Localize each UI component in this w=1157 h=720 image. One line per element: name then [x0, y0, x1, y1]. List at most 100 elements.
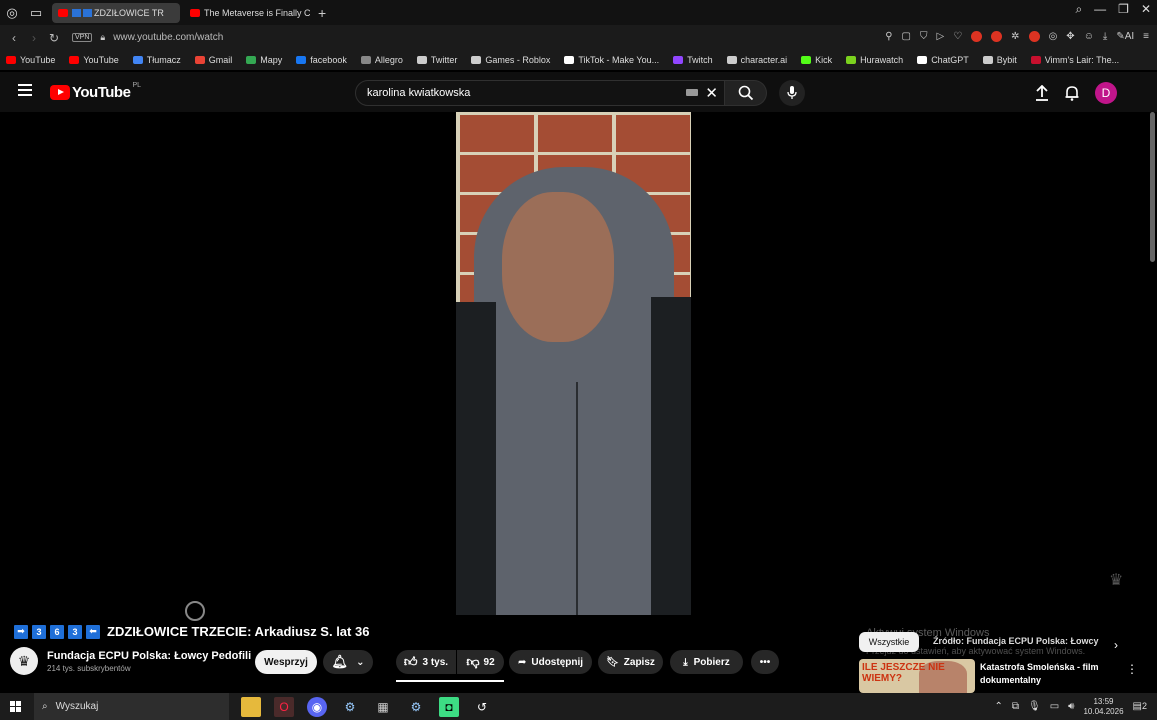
- share-button[interactable]: ➦ Udostępnij: [509, 650, 592, 674]
- chip-source[interactable]: Źródło: Fundacja ECPU Polska: Łowcy: [933, 636, 1099, 646]
- bookmark-item[interactable]: character.ai: [726, 55, 787, 65]
- bookmark-item[interactable]: Twitch: [673, 55, 713, 65]
- channel-avatar[interactable]: ♛: [10, 647, 38, 675]
- network-icon[interactable]: ▭: [1050, 701, 1059, 712]
- bookmark-item[interactable]: YouTube: [6, 55, 55, 65]
- ai-icon[interactable]: ✎AI: [1116, 31, 1134, 42]
- forward-icon[interactable]: ›: [24, 31, 44, 45]
- save-button[interactable]: 🔖︎ Zapisz: [598, 650, 663, 674]
- video-player[interactable]: ♛: [0, 112, 1147, 621]
- shield-icon[interactable]: ⛉: [920, 31, 928, 42]
- android-app-icon[interactable]: ◘: [439, 696, 459, 717]
- download-button[interactable]: ⤓ Pobierz: [670, 650, 743, 674]
- channel-name[interactable]: Fundacja ECPU Polska: Łowcy Pedofili: [47, 650, 251, 662]
- channel-watermark-icon[interactable]: ♛: [1109, 570, 1133, 594]
- dislike-button[interactable]: 👎︎ 92: [457, 650, 504, 674]
- tab-metaverse[interactable]: The Metaverse is Finally C: [184, 3, 310, 23]
- notifications-bell-icon[interactable]: [1065, 85, 1079, 101]
- meet-icon[interactable]: ⧉: [1012, 701, 1019, 712]
- taskbar-search[interactable]: ⌕ Wyszukaj: [34, 693, 229, 720]
- bookmark-item[interactable]: Twitter: [416, 55, 457, 65]
- vr-icon[interactable]: ◎: [1049, 31, 1058, 42]
- like-button[interactable]: 👍︎ 3 tys.: [396, 650, 456, 674]
- search-value: karolina kwiatkowska: [367, 87, 471, 99]
- bookmark-item[interactable]: Gmail: [194, 55, 232, 65]
- tab-active[interactable]: ZDZIŁOWICE TR: [52, 2, 180, 23]
- browser-menu-icon[interactable]: ≡: [1143, 31, 1149, 42]
- bookmark-favicon-icon: [801, 56, 812, 64]
- bookmark-favicon-icon: [360, 56, 371, 64]
- settings-icon[interactable]: ✲: [1011, 31, 1019, 42]
- video-frame[interactable]: [456, 112, 691, 615]
- search-input[interactable]: karolina kwiatkowska ✕: [355, 80, 725, 106]
- youtube-logo[interactable]: YouTube PL: [50, 82, 141, 101]
- lock-icon[interactable]: 🔒︎: [100, 32, 105, 43]
- app-icon[interactable]: ↺: [472, 697, 492, 717]
- clock[interactable]: 13:59 10.04.2026: [1083, 697, 1123, 717]
- download-icon[interactable]: ⤓: [1103, 31, 1107, 42]
- profile-icon[interactable]: ☺: [1084, 31, 1094, 42]
- bookmark-item[interactable]: Bybit: [982, 55, 1017, 65]
- volume-icon[interactable]: 🔊︎: [1068, 701, 1074, 712]
- app-icon[interactable]: ▦: [373, 697, 393, 717]
- chevron-up-icon[interactable]: ⌃: [994, 701, 1002, 712]
- file-explorer-icon[interactable]: [241, 696, 261, 717]
- bookmark-item[interactable]: TikTok - Make You...: [564, 55, 659, 65]
- bookmark-item[interactable]: Mapy: [246, 55, 282, 65]
- steam-icon[interactable]: ⚙: [406, 697, 426, 717]
- recommendation-thumbnail[interactable]: ILE JESZCZE NIE WIEMY?: [859, 659, 975, 693]
- chevron-right-icon[interactable]: ›: [1114, 638, 1118, 652]
- hamburger-menu-icon[interactable]: [18, 84, 32, 96]
- bookmark-item[interactable]: facebook: [296, 55, 347, 65]
- recommendation-title[interactable]: Katastrofa Smoleńska - film dokumentalny: [980, 661, 1110, 687]
- extension-badge-icon[interactable]: [1028, 31, 1040, 42]
- bookmark-item[interactable]: YouTube: [69, 55, 119, 65]
- bookmark-item[interactable]: Kick: [801, 55, 832, 65]
- snapshot-icon[interactable]: ▢: [902, 31, 911, 42]
- page-scrollbar[interactable]: [1150, 112, 1155, 262]
- opera-gx-icon[interactable]: O: [274, 696, 294, 717]
- browser-menu-icon[interactable]: ◎: [0, 1, 24, 25]
- keyboard-icon[interactable]: [686, 89, 698, 96]
- support-button[interactable]: Wesprzyj: [255, 650, 317, 674]
- voice-search-button[interactable]: [779, 80, 805, 106]
- steam-icon[interactable]: ⚙: [340, 697, 360, 717]
- subscription-bell-button[interactable]: 🔔︎ ⌄: [323, 650, 373, 674]
- start-button[interactable]: [0, 701, 30, 712]
- adblock-icon[interactable]: [971, 31, 983, 42]
- close-window-icon[interactable]: ✕: [1141, 2, 1151, 17]
- person-face: [502, 192, 614, 342]
- play-icon[interactable]: ▷: [937, 31, 945, 42]
- discord-icon[interactable]: ◉: [307, 696, 327, 717]
- back-icon[interactable]: ‹: [4, 31, 24, 45]
- url-field[interactable]: www.youtube.com/watch: [113, 32, 223, 43]
- vpn-badge[interactable]: VPN: [72, 33, 93, 42]
- chip-all[interactable]: Wszystkie: [859, 632, 919, 652]
- bookmark-item[interactable]: Games - Roblox: [471, 55, 550, 65]
- search-tabs-icon[interactable]: ⌕: [1075, 2, 1082, 17]
- clear-search-icon[interactable]: ✕: [705, 84, 718, 102]
- minimize-icon[interactable]: —: [1094, 2, 1106, 17]
- upload-icon[interactable]: [1035, 85, 1049, 101]
- puzzle-icon[interactable]: ✥: [1066, 31, 1074, 42]
- opera-icon[interactable]: [991, 31, 1003, 42]
- bookmark-item[interactable]: ChatGPT: [917, 55, 969, 65]
- recommendation-menu-icon[interactable]: ⋮: [1126, 662, 1138, 676]
- account-avatar[interactable]: D: [1095, 82, 1117, 104]
- bookmark-item[interactable]: Vimm's Lair: The...: [1030, 55, 1119, 65]
- new-tab-button[interactable]: +: [318, 5, 326, 21]
- tab-label: The Metaverse is Finally C: [204, 7, 310, 18]
- bookmark-item[interactable]: Hurawatch: [846, 55, 903, 65]
- pin-icon[interactable]: ⚲: [885, 31, 892, 42]
- search-button[interactable]: [725, 80, 767, 106]
- notifications-icon[interactable]: ▤2: [1133, 701, 1147, 712]
- restore-icon[interactable]: ❐: [1118, 2, 1129, 17]
- more-actions-button[interactable]: •••: [751, 650, 779, 674]
- video-title: ZDZIŁOWICE TRZECIE: Arkadiusz S. lat 36: [107, 624, 370, 639]
- tab-manager-icon[interactable]: ▭: [24, 1, 48, 25]
- bookmark-item[interactable]: Allegro: [360, 55, 403, 65]
- bookmark-item[interactable]: Tłumacz: [132, 55, 181, 65]
- microphone-icon[interactable]: 🎙︎: [1028, 701, 1041, 712]
- heart-icon[interactable]: ♡: [953, 31, 962, 42]
- reload-icon[interactable]: ↻: [44, 31, 64, 45]
